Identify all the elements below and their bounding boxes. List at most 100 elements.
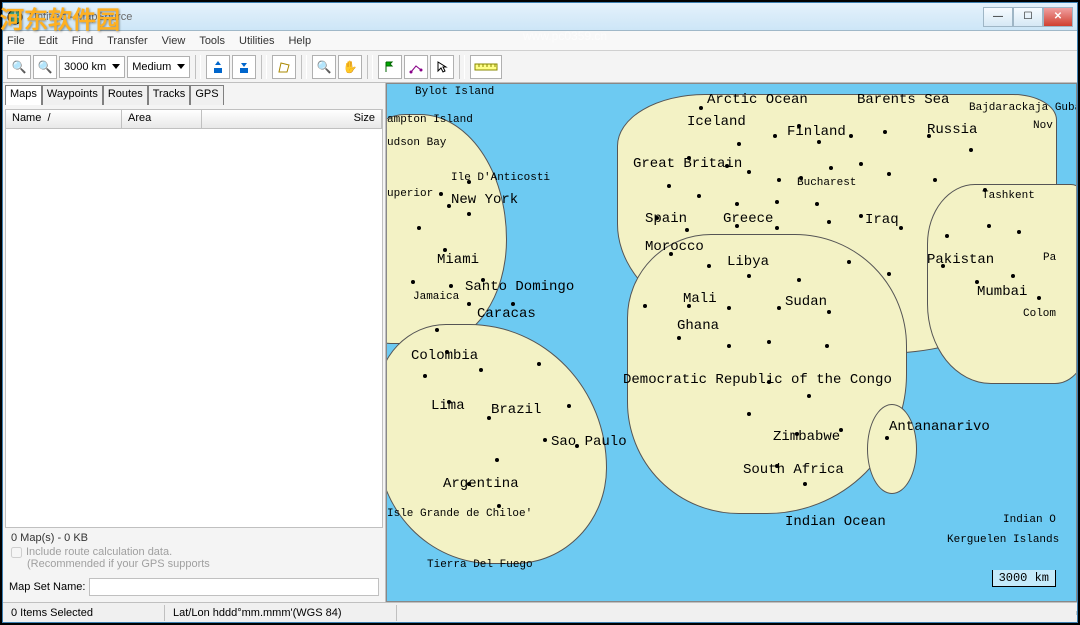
waypoint-tool-button[interactable] <box>378 55 402 79</box>
cursor-icon <box>435 60 449 74</box>
detail-select[interactable]: Medium <box>127 56 190 78</box>
pan-tool-button[interactable]: ✋ <box>338 55 362 79</box>
city-dot <box>735 202 739 206</box>
city-dot <box>945 234 949 238</box>
maximize-button[interactable]: ☐ <box>1013 7 1043 27</box>
mapset-name-input[interactable] <box>89 578 379 596</box>
map-label: udson Bay <box>387 137 446 149</box>
map-label: Libya <box>727 254 769 270</box>
mapset-label: Map Set Name: <box>9 581 85 593</box>
city-dot <box>887 272 891 276</box>
tab-gps[interactable]: GPS <box>190 85 223 105</box>
city-dot <box>467 302 471 306</box>
city-dot <box>537 362 541 366</box>
measure-tool-button[interactable] <box>470 55 502 79</box>
city-dot <box>417 226 421 230</box>
map-label: Ghana <box>677 318 719 334</box>
tab-waypoints[interactable]: Waypoints <box>42 85 103 105</box>
city-dot <box>479 368 483 372</box>
map-label: Lima <box>431 398 465 414</box>
city-dot <box>899 226 903 230</box>
map-label: Democratic Republic of the Congo <box>623 372 892 388</box>
city-dot <box>449 284 453 288</box>
route-tool-button[interactable] <box>404 55 428 79</box>
map-label: Pakistan <box>927 252 994 268</box>
zoom-out-button[interactable]: 🔍 <box>33 55 57 79</box>
map-label: Caracas <box>477 306 536 322</box>
col-name[interactable]: Name / <box>6 110 122 128</box>
map-label: Sudan <box>785 294 827 310</box>
include-route-checkbox[interactable]: Include route calculation data. <box>11 546 377 558</box>
titlebar[interactable]: Untitled - MapSource — ☐ ✕ <box>3 3 1077 31</box>
city-dot <box>775 200 779 204</box>
city-dot <box>767 340 771 344</box>
city-dot <box>737 142 741 146</box>
map-canvas[interactable]: Bylot IslandArctic OceanBarents SeaBajda… <box>386 83 1077 602</box>
city-dot <box>1017 230 1021 234</box>
checkbox-hint: (Recommended if your GPS supports <box>11 558 377 570</box>
menu-edit[interactable]: Edit <box>39 35 58 47</box>
map-label: Ile D'Anticosti <box>451 172 550 184</box>
draw-map-button[interactable] <box>272 55 296 79</box>
select-tool-button[interactable] <box>430 55 454 79</box>
menu-tools[interactable]: Tools <box>199 35 225 47</box>
tab-maps[interactable]: Maps <box>5 85 42 105</box>
zoom-in-button[interactable]: 🔍 <box>7 55 31 79</box>
tab-routes[interactable]: Routes <box>103 85 148 105</box>
map-label: Spain <box>645 211 687 227</box>
map-label: Great Britain <box>633 156 742 172</box>
minimize-button[interactable]: — <box>983 7 1013 27</box>
map-label: Morocco <box>645 239 704 255</box>
menu-utilities[interactable]: Utilities <box>239 35 274 47</box>
tab-tracks[interactable]: Tracks <box>148 85 191 105</box>
city-dot <box>727 306 731 310</box>
city-dot <box>827 310 831 314</box>
send-to-device-button[interactable] <box>206 55 230 79</box>
menu-file[interactable]: File <box>7 35 25 47</box>
map-label: Brazil <box>491 402 541 418</box>
toolbar: 🔍 🔍 3000 km Medium 🔍 ✋ <box>3 51 1077 83</box>
left-panel: Maps Waypoints Routes Tracks GPS Name / … <box>3 83 386 602</box>
city-dot <box>829 166 833 170</box>
map-label: Nov <box>1033 120 1053 132</box>
close-button[interactable]: ✕ <box>1043 7 1073 27</box>
map-label: South Africa <box>743 462 844 478</box>
city-dot <box>987 224 991 228</box>
map-label: Mumbai <box>977 284 1027 300</box>
city-dot <box>677 336 681 340</box>
zoom-tool-button[interactable]: 🔍 <box>312 55 336 79</box>
menu-find[interactable]: Find <box>72 35 93 47</box>
app-window: Untitled - MapSource — ☐ ✕ File Edit Fin… <box>2 2 1078 623</box>
city-dot <box>727 344 731 348</box>
menu-view[interactable]: View <box>162 35 186 47</box>
map-label: Pa <box>1043 252 1056 264</box>
watermark-url: www.pc0359.cn <box>523 29 607 43</box>
city-dot <box>543 438 547 442</box>
city-dot <box>1037 296 1041 300</box>
city-dot <box>747 412 751 416</box>
city-dot <box>707 264 711 268</box>
city-dot <box>969 148 973 152</box>
map-label: Indian Ocean <box>785 514 886 530</box>
city-dot <box>697 194 701 198</box>
city-dot <box>643 304 647 308</box>
city-dot <box>817 140 821 144</box>
menu-help[interactable]: Help <box>288 35 311 47</box>
map-summary: 0 Map(s) - 0 KB <box>11 532 377 544</box>
menu-transfer[interactable]: Transfer <box>107 35 148 47</box>
city-dot <box>685 228 689 232</box>
map-label: Bucharest <box>797 177 856 189</box>
col-size[interactable]: Size <box>202 110 382 128</box>
scale-select[interactable]: 3000 km <box>59 56 125 78</box>
map-list[interactable] <box>5 129 383 528</box>
col-area[interactable]: Area <box>122 110 202 128</box>
city-dot <box>815 202 819 206</box>
status-coords: Lat/Lon hddd°mm.mmm'(WGS 84) <box>165 605 397 621</box>
map-label: New York <box>451 192 518 208</box>
ruler-icon <box>474 61 498 73</box>
city-dot <box>567 404 571 408</box>
map-label: Tashkent <box>982 190 1035 202</box>
receive-from-device-button[interactable] <box>232 55 256 79</box>
map-label: Bylot Island <box>415 86 494 98</box>
city-dot <box>849 134 853 138</box>
